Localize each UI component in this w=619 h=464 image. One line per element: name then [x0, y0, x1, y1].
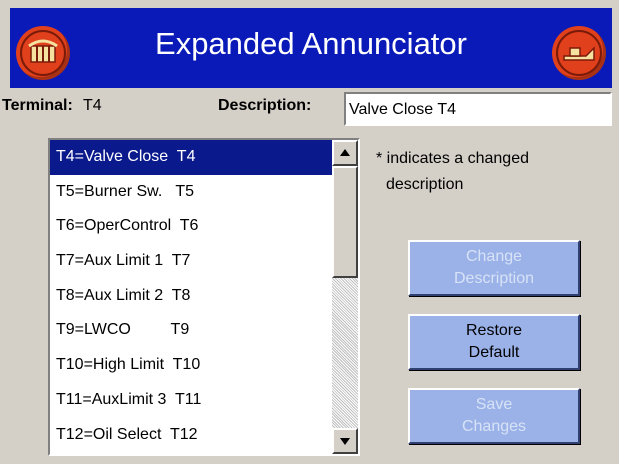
list-item[interactable]: T7=Aux Limit 1 T7 — [50, 244, 332, 279]
save-changes-button[interactable]: Save Changes — [408, 388, 580, 444]
list-item[interactable]: T5=Burner Sw. T5 — [50, 175, 332, 210]
terminal-list[interactable]: T4=Valve Close T4 T5=Burner Sw. T5 T6=Oper… — [48, 138, 360, 456]
list-item[interactable]: T11=AuxLimit 3 T11 — [50, 383, 332, 418]
arrow-up-icon — [340, 149, 350, 156]
list-item[interactable]: T4=Valve Close T4 — [50, 140, 332, 175]
restore-default-button[interactable]: Restore Default — [408, 314, 580, 370]
changed-note-line2: description — [386, 176, 464, 193]
exit-icon[interactable] — [552, 26, 606, 80]
terminal-list-items: T4=Valve Close T4 T5=Burner Sw. T5 T6=Oper… — [50, 140, 332, 452]
change-description-button[interactable]: Change Description — [408, 240, 580, 296]
arrow-down-icon — [340, 438, 350, 445]
list-item[interactable]: T9=LWCO T9 — [50, 313, 332, 348]
list-item[interactable]: T6=OperControl T6 — [50, 209, 332, 244]
description-field[interactable]: Valve Close T4 — [344, 92, 612, 126]
list-item[interactable]: T12=Oil Select T12 — [50, 418, 332, 453]
list-scrollbar[interactable] — [332, 140, 358, 454]
terminal-label: Terminal: — [2, 97, 73, 114]
scroll-down-button[interactable] — [332, 428, 358, 454]
title-bar: Expanded Annunciator — [10, 8, 612, 88]
scroll-up-button[interactable] — [332, 140, 358, 166]
page-title: Expanded Annunciator — [155, 26, 467, 61]
scroll-thumb[interactable] — [332, 166, 358, 278]
terminal-value: T4 — [83, 97, 102, 114]
list-item[interactable]: T10=High Limit T10 — [50, 348, 332, 383]
changed-note-line1: * indicates a changed — [376, 150, 529, 167]
list-item[interactable]: T8=Aux Limit 2 T8 — [50, 279, 332, 314]
description-label: Description: — [218, 97, 312, 114]
